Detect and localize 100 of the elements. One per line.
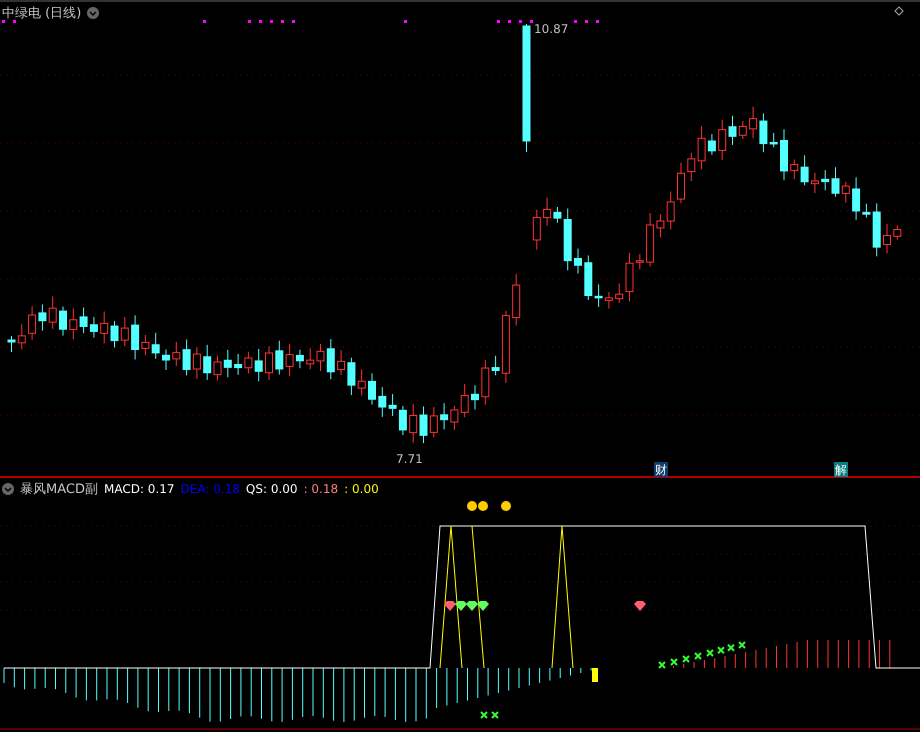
candlestick [214,355,222,381]
candlestick [738,120,747,140]
candlestick [770,132,778,148]
candlestick [718,119,726,160]
low-price-label: 7.71 [396,452,423,466]
candlestick [347,357,356,396]
candlestick [832,166,840,198]
candlestick [481,359,490,406]
candlestick [110,320,118,348]
candlestick [893,224,902,240]
candlestick [759,112,768,153]
candlestick [728,115,736,146]
candlestick [182,338,191,376]
candlestick [296,349,304,369]
candlestick [306,348,314,370]
candlestick [687,152,696,182]
candlestick [460,383,469,418]
candlestick [120,316,129,347]
candlestick [388,393,397,417]
indicator-value: MACD: 0.17 [104,482,175,496]
candlestick [626,252,634,302]
candlestick [440,402,448,430]
candlestick [28,306,36,340]
candlestick [286,343,294,377]
candlestick [698,126,706,170]
candlestick [162,349,170,370]
candlestick [450,405,458,430]
candlestick [872,202,881,257]
candlestick [420,406,428,444]
candlestick [131,314,140,360]
candlestick [265,346,273,381]
candlestick [316,343,324,372]
indicator-value: : 0.18 [304,482,338,496]
candlestick [172,341,180,366]
candlestick [883,223,891,254]
chart-title: 中绿电 (日线) [2,5,82,22]
candlestick [821,170,830,191]
candlestick [358,368,366,396]
candlestick [275,340,284,376]
candlestick [810,172,819,194]
candlestick [677,162,685,204]
candlestick [203,344,212,380]
candlestick [646,212,654,267]
candlestick [224,349,232,378]
candlestick [842,181,850,204]
candlestick [584,254,592,300]
candlestick [636,254,644,270]
indicator-title: 暴风MACD副 [20,481,98,498]
candlestick [615,282,624,304]
candlestick [553,206,562,224]
candlestick [800,154,809,186]
candlestick [409,403,418,443]
candlestick [749,106,758,139]
candlestick [471,384,479,410]
candlestick [38,304,46,332]
bar-marker-drawing [592,668,598,682]
candlestick [594,284,603,308]
candlestick [666,191,675,230]
candlestick [532,209,541,250]
candlestick [852,176,860,220]
candlestick [254,348,263,382]
candlestick [326,338,335,380]
high-price-label: 10.87 [534,22,568,36]
candlestick [48,296,57,330]
candlestick [192,346,201,380]
candlestick [69,308,78,340]
candlestick [512,273,520,326]
candlestick [152,332,160,360]
candlestick [368,372,376,405]
event-badge[interactable]: 解 [834,462,848,477]
candlestick [80,307,88,334]
candlestick [100,310,108,344]
indicator-value: QS: 0.00 [246,482,298,496]
candlestick [8,336,16,352]
candlestick [398,405,407,436]
candlestick [543,197,552,226]
dropdown-icon[interactable] [87,7,100,19]
candlestick [430,406,438,438]
candlestick [234,353,242,376]
candlestick [604,291,613,310]
indicator-value: : 0.00 [344,482,379,496]
event-badge[interactable]: 财 [654,462,668,477]
candlestick [378,386,386,418]
candlestick [18,324,26,350]
candlestick [708,133,716,156]
signal-dots-drawing [467,501,511,511]
candlestick [59,306,67,336]
candlestick [244,351,252,374]
candlestick [862,203,870,218]
candlestick [656,214,664,238]
candlestick [564,208,572,271]
indicator-value: DEA: 0.18 [180,482,240,496]
candlestick [141,334,150,356]
candlestick [790,159,798,180]
dropdown-icon[interactable] [2,483,14,495]
candlestick [337,350,346,376]
candlestick [90,316,98,338]
candlestick [780,128,788,181]
candlestick [492,355,500,376]
diamond-icon[interactable] [894,6,904,16]
